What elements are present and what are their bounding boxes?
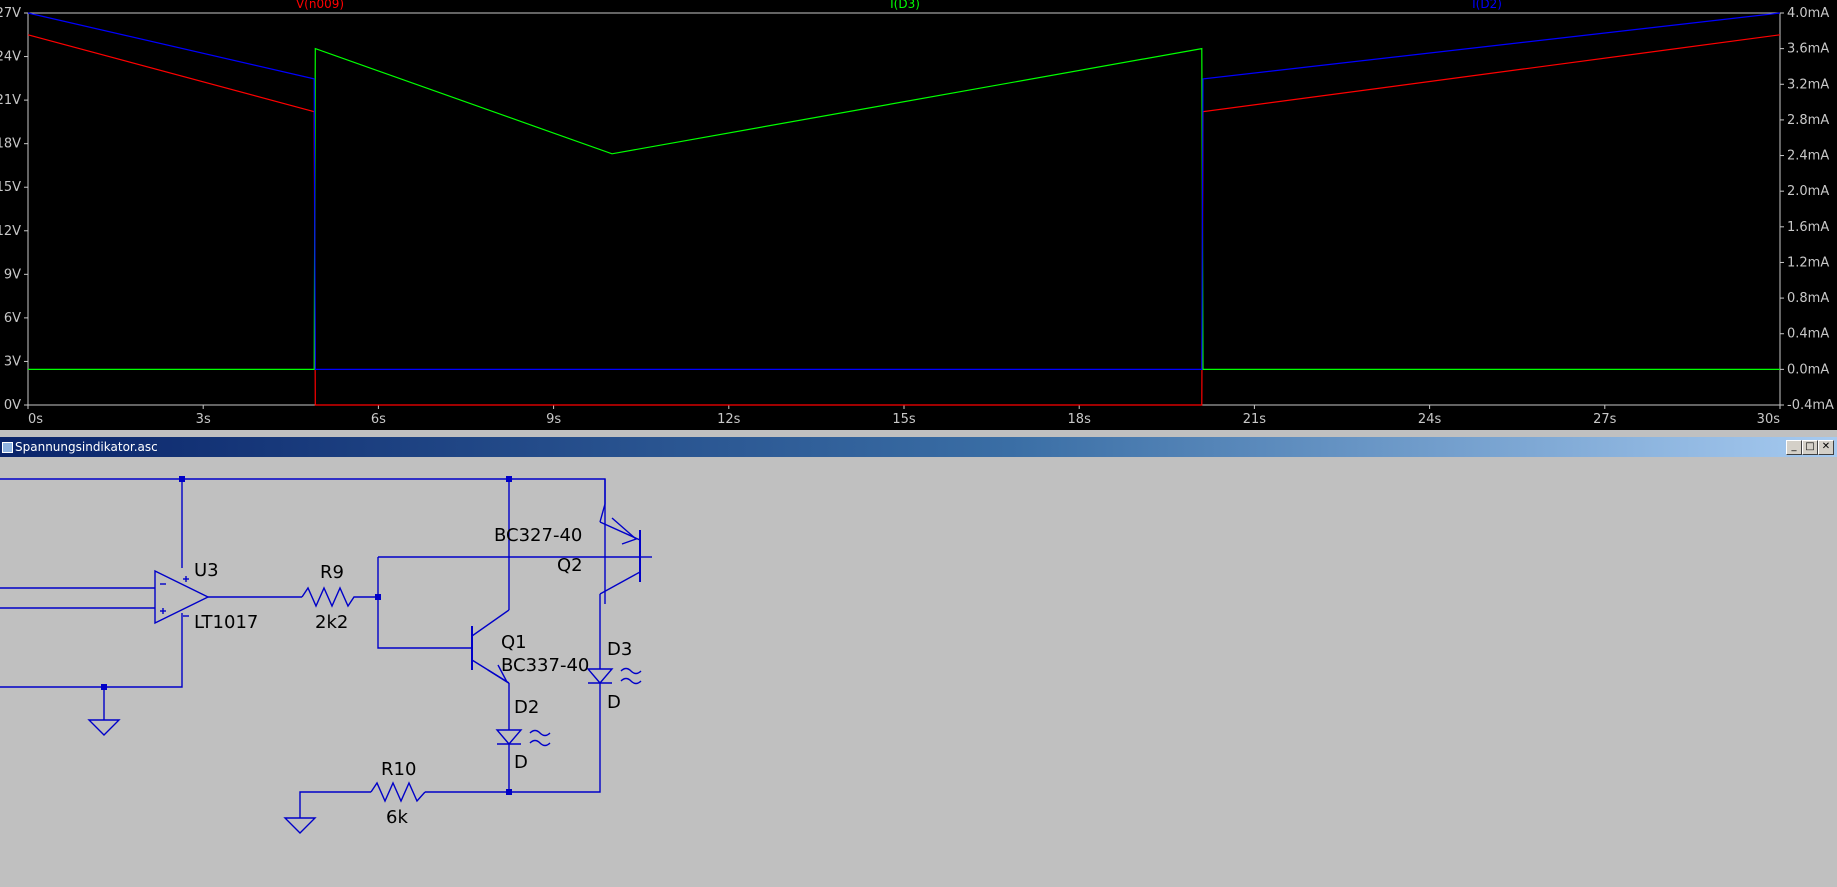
q1-ref-label: Q1 (501, 632, 527, 653)
x-axis-tick-label: 21s (1243, 412, 1267, 427)
ground-symbol[interactable] (283, 817, 317, 834)
right-axis-tick-label: 1.6mA (1787, 220, 1829, 235)
schematic-window-titlebar[interactable]: Spannungsindikator.asc _ □ ✕ (0, 437, 1837, 457)
r9-ref-label: R9 (320, 562, 344, 583)
right-axis-tick-label: 3.2mA (1787, 77, 1829, 92)
left-axis-tick-label: 21V (0, 93, 21, 108)
r10-ref-label: R10 (381, 759, 416, 780)
trace-line (27, 34, 1781, 406)
close-button[interactable]: ✕ (1818, 440, 1834, 455)
left-axis-tick-label: 9V (4, 267, 21, 282)
trace-line (27, 12, 1781, 370)
x-axis-tick-label: 9s (546, 412, 561, 427)
left-axis-tick-label: 15V (0, 180, 21, 195)
resistor-r9[interactable] (301, 586, 360, 608)
right-axis-tick-label: 3.6mA (1787, 42, 1829, 57)
x-axis-tick-label: 6s (371, 412, 386, 427)
left-axis-tick-label: 12V (0, 224, 21, 239)
left-axis-tick-label: 3V (4, 354, 21, 369)
maximize-button[interactable]: □ (1802, 440, 1818, 455)
plot-frame (27, 12, 1781, 406)
left-axis-tick-label: 0V (4, 398, 21, 413)
junction-dots (101, 476, 512, 795)
resistor-r10[interactable] (370, 781, 426, 803)
right-axis-tick-label: 4.0mA (1787, 6, 1829, 21)
u3-ref-label: U3 (194, 560, 219, 581)
x-axis-tick-label: 12s (717, 412, 741, 427)
minimize-button[interactable]: _ (1786, 440, 1802, 455)
waveform-plot-pane[interactable]: 27V 24V 21V 18V 15V 12V 9V 6V 3V 0V 4.0mA 3.6mA 3.2… (0, 0, 1837, 430)
q2-model-label: BC327-40 (494, 525, 582, 546)
led-d3[interactable] (586, 667, 642, 689)
led-d2[interactable] (495, 714, 551, 747)
x-axis-tick-label: 3s (196, 412, 211, 427)
d2-model-label: D (514, 752, 528, 773)
right-axis-tick-label: 0.0mA (1787, 362, 1829, 377)
u3-model-label: LT1017 (194, 612, 258, 633)
r9-value-label: 2k2 (315, 612, 348, 633)
schematic-file-icon (2, 442, 13, 453)
x-axis-tick-label: 24s (1418, 412, 1442, 427)
right-axis-tick-label: 1.2mA (1787, 255, 1829, 270)
left-axis-tick-label: 18V (0, 137, 21, 152)
right-axis-tick-label: 2.8mA (1787, 113, 1829, 128)
right-axis-tick-label: 0.8mA (1787, 291, 1829, 306)
left-axis-tick-label: 6V (4, 311, 21, 326)
left-axis-tick-label: 24V (0, 50, 21, 65)
q2-ref-label: Q2 (557, 555, 583, 576)
ground-symbol[interactable] (87, 719, 121, 736)
d3-ref-label: D3 (607, 639, 632, 660)
right-axis-tick-label: -0.4mA (1787, 398, 1834, 413)
q1-model-label: BC337-40 (501, 655, 589, 676)
schematic-canvas[interactable]: U3 LT1017 R9 2k2 BC327-40 Q2 Q1 BC337-40… (0, 458, 1837, 887)
left-axis-tick-label: 27V (0, 6, 21, 21)
trace-line (28, 47, 1780, 370)
transistor-q2[interactable] (599, 479, 652, 595)
d3-model-label: D (607, 692, 621, 713)
d2-ref-label: D2 (514, 697, 539, 718)
right-axis-tick-label: 2.0mA (1787, 184, 1829, 199)
right-axis-tick-label: 0.4mA (1787, 327, 1829, 342)
x-axis-tick-label: 30s (1757, 412, 1781, 427)
waveform-plot[interactable]: 27V 24V 21V 18V 15V 12V 9V 6V 3V 0V 4.0mA 3.6mA 3.2… (0, 0, 1837, 430)
x-axis-tick-label: 27s (1593, 412, 1617, 427)
x-axis-tick-label: 18s (1068, 412, 1092, 427)
r10-value-label: 6k (386, 807, 408, 828)
right-axis-tick-label: 2.4mA (1787, 149, 1829, 164)
trace-header-label: I(D2) (1472, 0, 1502, 11)
x-axis-tick-label: 0s (28, 412, 43, 427)
trace-header-label: I(D3) (890, 0, 920, 11)
window-title: Spannungsindikator.asc (15, 440, 158, 454)
x-axis-tick-label: 15s (892, 412, 916, 427)
trace-header-label: V(n009) (296, 0, 344, 11)
